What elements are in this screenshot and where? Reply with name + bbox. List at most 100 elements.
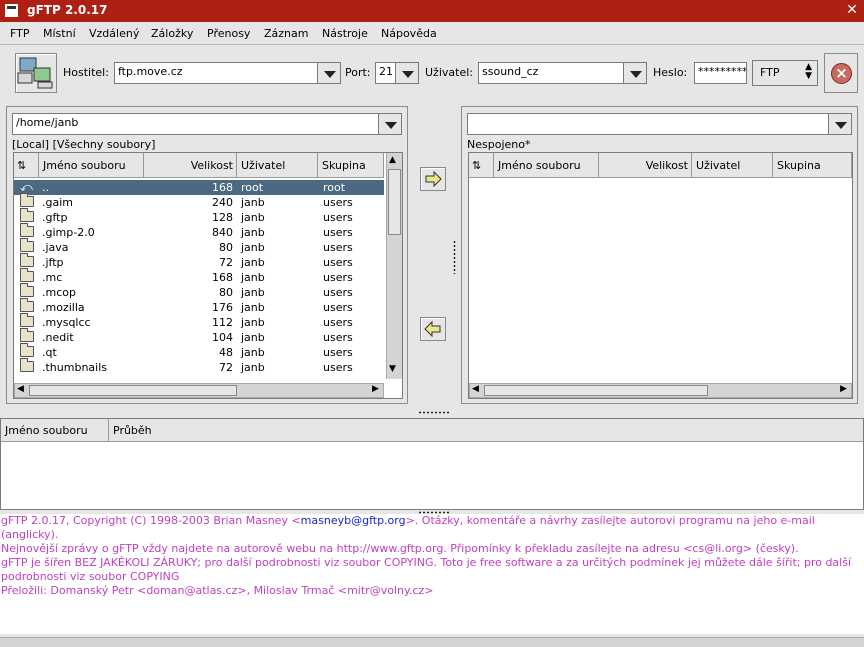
file-name: .gaim — [42, 196, 73, 209]
menu-help[interactable]: Nápověda — [381, 27, 437, 40]
table-row[interactable]: .mcop 80 janb users — [14, 283, 384, 300]
scroll-left-icon[interactable]: ◀ — [17, 384, 24, 394]
file-group: root — [323, 181, 346, 194]
file-size: 72 — [219, 361, 233, 374]
menu-log[interactable]: Záznam — [264, 27, 308, 40]
window-menu-icon[interactable] — [5, 4, 18, 17]
scroll-left-icon[interactable]: ◀ — [472, 384, 479, 394]
table-row[interactable]: .qt 48 janb users — [14, 343, 384, 360]
spin-arrows-icon: ▲ ▼ — [805, 62, 812, 81]
host-history-dropdown[interactable] — [317, 62, 341, 84]
scroll-thumb[interactable] — [388, 169, 401, 235]
remote-pane: Nespojeno* ⇅ Jméno souboru Velikost Uživ… — [461, 106, 858, 404]
title-bar: gFTP 2.0.17 ✕ — [0, 0, 864, 22]
file-size: 112 — [212, 316, 233, 329]
menu-ftp[interactable]: FTP — [10, 27, 30, 40]
folder-icon — [20, 313, 34, 327]
folder-icon — [20, 223, 34, 237]
local-path-dropdown[interactable] — [378, 113, 402, 135]
menu-bookmarks[interactable]: Záložky — [151, 27, 193, 40]
scroll-up-icon[interactable]: ▲ — [389, 155, 396, 165]
scroll-down-icon[interactable]: ▼ — [389, 364, 396, 374]
file-group: users — [323, 346, 353, 359]
stop-button[interactable]: × — [824, 53, 858, 93]
local-vertical-scrollbar[interactable]: ▲ ▼ — [386, 153, 402, 379]
table-row[interactable]: .thumbnails 72 janb users — [14, 358, 384, 375]
port-label: Port: — [345, 66, 371, 79]
scroll-right-icon[interactable]: ▶ — [372, 384, 379, 394]
column-progress[interactable]: Průběh — [109, 419, 863, 442]
hscroll-thumb[interactable] — [484, 385, 708, 396]
file-group: users — [323, 256, 353, 269]
hscroll-thumb[interactable] — [29, 385, 237, 396]
menu-transfers[interactable]: Přenosy — [207, 27, 250, 40]
column-group[interactable]: Skupina — [318, 153, 384, 178]
local-horizontal-scrollbar[interactable]: ◀ ▶ — [14, 383, 384, 398]
author-email-link[interactable]: masneyb@gftp.org — [301, 514, 406, 527]
column-group[interactable]: Skupina — [773, 153, 852, 178]
table-row[interactable]: .java 80 janb users — [14, 238, 384, 255]
remote-path-input[interactable] — [467, 113, 829, 135]
port-input[interactable]: 21 — [375, 62, 396, 84]
port-history-dropdown[interactable] — [395, 62, 419, 84]
table-row[interactable]: .gimp-2.0 840 janb users — [14, 223, 384, 240]
file-name: .mc — [42, 271, 63, 284]
column-filename[interactable]: Jméno souboru — [39, 153, 144, 178]
table-row[interactable]: .mozilla 176 janb users — [14, 298, 384, 315]
connect-button[interactable] — [15, 53, 57, 93]
table-row[interactable]: .mysqlcc 112 janb users — [14, 313, 384, 330]
host-label: Hostitel: — [63, 66, 109, 79]
folder-icon — [20, 253, 34, 267]
table-row[interactable]: .gaim 240 janb users — [14, 193, 384, 210]
file-group: users — [323, 271, 353, 284]
menu-bar: FTP Místní Vzdálený Záložky Přenosy Zázn… — [0, 22, 864, 45]
file-name: .mysqlcc — [42, 316, 91, 329]
table-row[interactable]: .mc 168 janb users — [14, 268, 384, 285]
table-row[interactable]: .jftp 72 janb users — [14, 253, 384, 270]
folder-icon — [20, 298, 34, 312]
table-row[interactable]: .nedit 104 janb users — [14, 328, 384, 345]
column-user[interactable]: Uživatel — [237, 153, 318, 178]
column-transfer-filename[interactable]: Jméno souboru — [1, 419, 109, 442]
remote-file-list: ⇅ Jméno souboru Velikost Uživatel Skupin… — [468, 152, 853, 399]
protocol-value: FTP — [760, 66, 780, 79]
table-row[interactable]: .gftp 128 janb users — [14, 208, 384, 225]
horizontal-resize-handle[interactable] — [418, 411, 450, 414]
file-size: 176 — [212, 301, 233, 314]
user-input[interactable]: ssound_cz — [478, 62, 624, 84]
network-computers-icon — [17, 57, 53, 89]
host-input[interactable]: ftp.move.cz — [114, 62, 318, 84]
menu-local[interactable]: Místní — [43, 27, 76, 40]
column-user[interactable]: Uživatel — [692, 153, 773, 178]
column-size[interactable]: Velikost — [144, 153, 237, 178]
scroll-right-icon[interactable]: ▶ — [840, 384, 847, 394]
local-path-input[interactable]: /home/janb — [12, 113, 383, 135]
file-user: janb — [241, 196, 265, 209]
password-input[interactable]: ********* — [694, 62, 747, 84]
column-filename[interactable]: Jméno souboru — [494, 153, 599, 178]
file-size: 840 — [212, 226, 233, 239]
menu-tools[interactable]: Nástroje — [322, 27, 368, 40]
remote-horizontal-scrollbar[interactable]: ◀ ▶ — [469, 383, 852, 398]
download-button[interactable] — [420, 317, 446, 341]
sort-toggle-icon[interactable]: ⇅ — [14, 153, 39, 178]
pane-resize-handle[interactable] — [453, 240, 456, 274]
local-file-list: ⇅ Jméno souboru Velikost Uživatel Skupin… — [13, 152, 403, 399]
user-history-dropdown[interactable] — [623, 62, 647, 84]
log-line: gFTP je šířen BEZ JAKÉKOLI ZÁRUKY; pro d… — [1, 556, 852, 583]
close-window-button[interactable]: ✕ — [844, 3, 860, 18]
sort-toggle-icon[interactable]: ⇅ — [469, 153, 494, 178]
table-row[interactable]: ⤺.. 168 root root — [14, 180, 384, 195]
menu-remote[interactable]: Vzdálený — [89, 27, 139, 40]
file-user: janb — [241, 361, 265, 374]
protocol-select[interactable]: FTP ▲ ▼ — [752, 60, 818, 86]
upload-button[interactable] — [420, 167, 446, 191]
log-line: gFTP 2.0.17, Copyright (C) 1998-2003 Bri… — [1, 514, 815, 541]
column-size[interactable]: Velikost — [599, 153, 692, 178]
arrow-right-icon — [425, 170, 442, 188]
remote-path-dropdown[interactable] — [828, 113, 852, 135]
file-name: .. — [42, 181, 49, 194]
log-horizontal-scrollbar[interactable] — [0, 637, 864, 647]
local-pane: /home/janb [Local] [Všechny soubory] ⇅ J… — [6, 106, 408, 404]
log-panel: gFTP 2.0.17, Copyright (C) 1998-2003 Bri… — [0, 514, 864, 634]
